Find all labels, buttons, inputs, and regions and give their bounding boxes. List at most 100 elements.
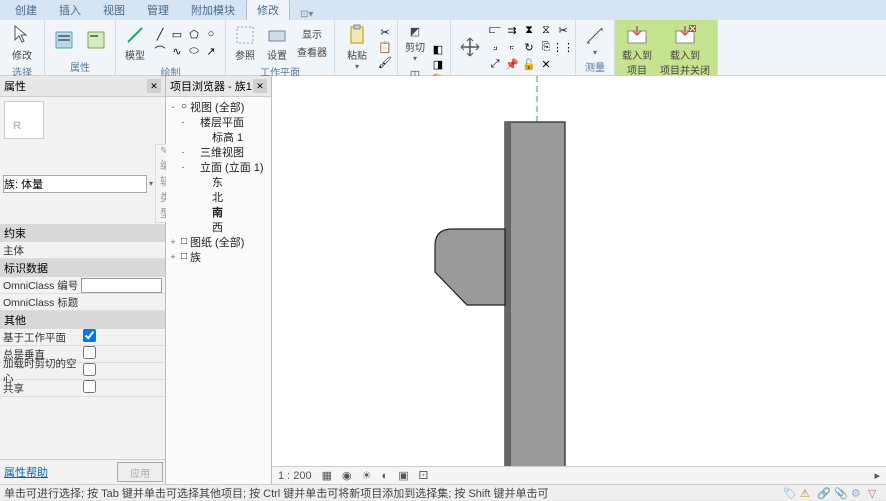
shadows-button[interactable]: ◐ — [382, 470, 389, 482]
spline-tool[interactable]: ∿ — [169, 43, 185, 59]
trim-button[interactable]: ⟓ — [487, 39, 503, 55]
cut-icon: ◩ — [407, 23, 423, 39]
tree-node[interactable]: 东 — [166, 174, 271, 189]
properties-button[interactable] — [49, 27, 79, 53]
tree-node[interactable]: -楼层平面 — [166, 114, 271, 129]
omni-num-input[interactable] — [81, 278, 162, 293]
properties-panel: 属性 ✕ R ▾ ✎ 编辑类型 约束 主体 标识数据 OmniClass 编号 … — [0, 76, 166, 484]
cope-button[interactable]: ◧ — [430, 43, 446, 57]
apply-button[interactable]: 应用 — [117, 462, 163, 482]
tree-node[interactable]: 南 — [166, 204, 271, 219]
crop-button[interactable]: ▣ — [398, 469, 408, 482]
modify-button[interactable]: 修改 — [4, 22, 40, 63]
tab-context-icon[interactable]: ⊡▾ — [300, 9, 313, 20]
status-icon-5[interactable]: ⚙ — [851, 487, 865, 499]
line-icon — [123, 23, 147, 47]
align-button[interactable]: ⫍ — [487, 22, 503, 38]
tree-node[interactable]: 北 — [166, 189, 271, 204]
model-line-button[interactable]: 模型 — [120, 22, 150, 63]
pick-tool[interactable]: ↗ — [203, 43, 219, 59]
props-help-link[interactable]: 属性帮助 — [2, 462, 115, 482]
tab-create[interactable]: 创建 — [4, 0, 48, 20]
offset-button[interactable]: ⇉ — [504, 22, 520, 38]
paste-button[interactable]: 粘贴▾ — [339, 22, 375, 72]
tree-node[interactable]: 西 — [166, 219, 271, 234]
load-project-button[interactable]: 载入到项目 — [619, 22, 655, 78]
r-logo-icon: R — [9, 105, 39, 135]
status-icon-1[interactable]: 🏷 — [783, 487, 797, 499]
tab-view[interactable]: 视图 — [92, 0, 136, 20]
status-icon-3[interactable]: 🔗 — [817, 487, 831, 499]
tree-node[interactable]: 标高 1 — [166, 129, 271, 144]
voidcut-checkbox[interactable] — [83, 363, 96, 376]
tab-modify[interactable]: 修改 — [246, 0, 290, 20]
set-icon — [265, 23, 289, 47]
copy-clip-button[interactable]: ✂ — [377, 25, 393, 39]
status-icon-6[interactable]: ▽ — [868, 487, 882, 499]
circle-tool[interactable]: ○ — [203, 26, 219, 42]
set-plane-button[interactable]: 设置 — [262, 22, 292, 63]
tab-manage[interactable]: 管理 — [136, 0, 180, 20]
tree-node[interactable]: -三维视图 — [166, 144, 271, 159]
visual-style-button[interactable]: ◉ — [342, 469, 352, 482]
ref-plane-button[interactable]: 参照 — [230, 22, 260, 63]
constraints-section: 约束 — [0, 224, 165, 242]
ellipse-tool[interactable]: ⬭ — [186, 43, 202, 59]
split-button[interactable]: ✂ — [555, 22, 571, 38]
tree-node[interactable]: +□图纸 (全部) — [166, 234, 271, 249]
viewer-button[interactable]: 查看器 — [294, 43, 330, 60]
split-face-button[interactable]: ◨ — [430, 58, 446, 72]
cut-geom-button[interactable]: ◩剪切▾ — [402, 22, 428, 64]
family-type-selector[interactable] — [3, 175, 147, 193]
measure-button[interactable]: ▾ — [580, 23, 610, 58]
type-thumbnail: R — [4, 101, 44, 139]
shared-checkbox[interactable] — [83, 380, 96, 393]
rect-tool[interactable]: ▭ — [169, 26, 185, 42]
mirror-draw-button[interactable]: ⧖ — [538, 22, 554, 38]
ref-icon — [233, 23, 257, 47]
browser-title: 项目浏览器 - 族1 — [170, 78, 252, 94]
ribbon-tabs: 创建 插入 视图 管理 附加模块 修改 ⊡▾ — [0, 0, 886, 20]
show-plane-button[interactable]: 显示 — [294, 25, 330, 42]
tree-node[interactable]: -○视图 (全部) — [166, 99, 271, 114]
status-icon-2[interactable]: ⚠ — [800, 487, 814, 499]
polygon-tool[interactable]: ⬠ — [186, 26, 202, 42]
type-props-button[interactable] — [81, 27, 111, 53]
arc-tool[interactable]: ⌒ — [152, 43, 168, 59]
line-tool[interactable]: ╱ — [152, 26, 168, 42]
load-icon — [625, 23, 649, 47]
rotate-button[interactable]: ↻ — [521, 39, 537, 55]
extend-button[interactable]: ⟔ — [504, 39, 520, 55]
load-close-button[interactable]: 载入到项目并关闭 — [657, 22, 713, 78]
tree-node[interactable]: -立面 (立面 1) — [166, 159, 271, 174]
sun-path-button[interactable]: ☀ — [362, 469, 372, 482]
status-icon-4[interactable]: 📎 — [834, 487, 848, 499]
scale-button[interactable]: ⤢ — [487, 56, 503, 72]
drawing-canvas[interactable]: 1 : 200 ▦ ◉ ☀ ◐ ▣ ⚀ ▸ — [272, 76, 886, 484]
mirror-axis-button[interactable]: ⧗ — [521, 22, 537, 38]
detail-level-button[interactable]: ▦ — [322, 469, 332, 482]
vertical-checkbox[interactable] — [83, 346, 96, 359]
status-bar: 单击可进行选择; 按 Tab 键并单击可选择其他项目; 按 Ctrl 键并单击可… — [0, 484, 886, 500]
delete-button[interactable]: ✕ — [538, 56, 554, 72]
properties-title: 属性 — [4, 78, 26, 94]
status-text: 单击可进行选择; 按 Tab 键并单击可选择其他项目; 按 Ctrl 键并单击可… — [4, 485, 549, 501]
match-button[interactable]: 🖌 — [377, 55, 393, 69]
unpin-button[interactable]: 🔓 — [521, 56, 537, 72]
ribbon-group-modify: ⫍ ⇉ ⧗ ⧖ ✂ ⟓ ⟔ ↻ ⎘ ⋮⋮ ⤢ 📌 🔓 ✕ 修改 — [451, 20, 576, 75]
ribbon-label-props: 属性 — [49, 58, 111, 75]
ribbon-group-geom: ◩剪切▾ ◫连接▾ ◧ ◨ 🎨 几何图形 — [398, 20, 451, 75]
array-button[interactable]: ⋮⋮ — [555, 39, 571, 55]
browser-close-button[interactable]: ✕ — [253, 79, 267, 93]
tree-node[interactable]: +□族 — [166, 249, 271, 264]
tab-insert[interactable]: 插入 — [48, 0, 92, 20]
workplane-checkbox[interactable] — [83, 329, 96, 342]
cut-clip-button[interactable]: 📋 — [377, 40, 393, 54]
properties-close-button[interactable]: ✕ — [147, 79, 161, 93]
move-button[interactable] — [455, 34, 485, 60]
tab-addins[interactable]: 附加模块 — [180, 0, 246, 20]
hide-button[interactable]: ⚀ — [419, 469, 429, 482]
scale-display[interactable]: 1 : 200 — [278, 470, 312, 482]
host-label: 主体 — [3, 243, 81, 258]
pin-button[interactable]: 📌 — [504, 56, 520, 72]
